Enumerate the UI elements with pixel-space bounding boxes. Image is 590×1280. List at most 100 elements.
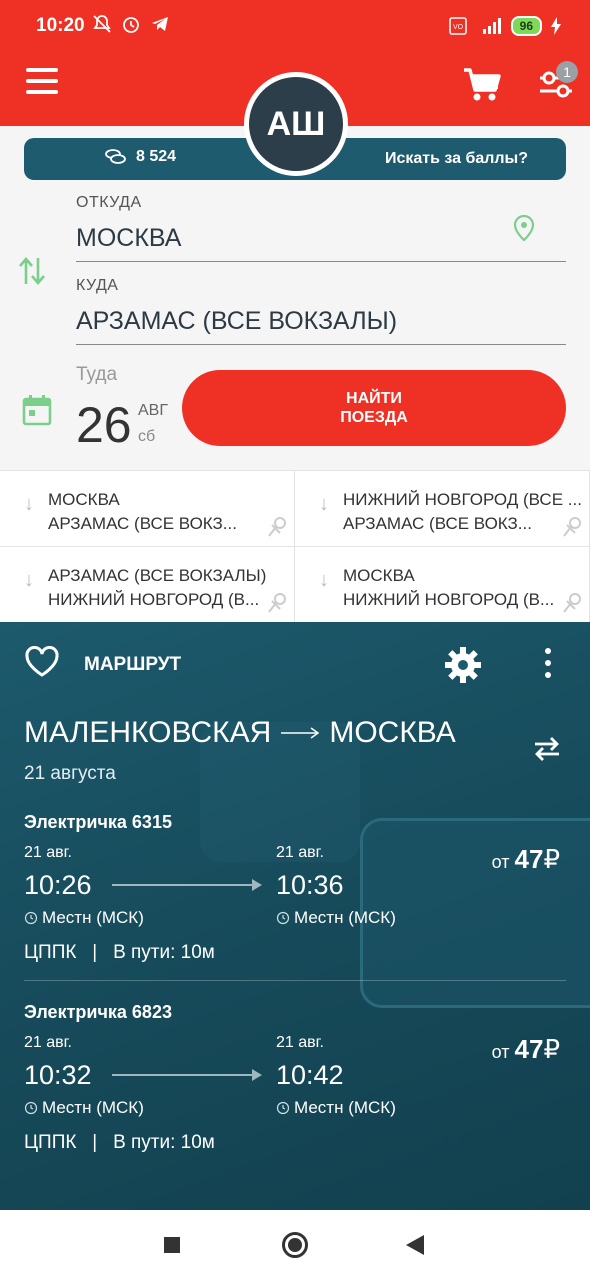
- price-prefix: от: [491, 852, 510, 872]
- route-panel: МАРШРУТ МАЛЕНКОВСКАЯ МОСКВА 21 августа Э…: [0, 622, 590, 1210]
- train-name: Электричка 6315: [24, 812, 172, 832]
- train-name: Электричка 6823: [24, 1002, 172, 1022]
- price-currency: ₽: [543, 1034, 560, 1064]
- search-for-points-link[interactable]: Искать за баллы?: [385, 150, 528, 168]
- arrival-time: 10:42: [276, 1060, 344, 1090]
- recent-item[interactable]: ↓ АРЗАМАС (ВСЕ ВОКЗАЛЫ) НИЖНИЙ НОВГОРОД …: [0, 547, 295, 623]
- more-vert-icon[interactable]: [538, 648, 558, 684]
- system-nav-bar: [0, 1210, 590, 1280]
- clock-icon: [276, 911, 290, 925]
- alarm-icon: [123, 17, 139, 33]
- duration: В пути: 10м: [113, 942, 215, 963]
- swap-vertical-icon[interactable]: [18, 254, 46, 288]
- route-title: МАЛЕНКОВСКАЯ МОСКВА: [24, 716, 456, 750]
- filter-badge: 1: [556, 61, 578, 83]
- recent-from: НИЖНИЙ НОВГОРОД (ВСЕ ...: [343, 490, 582, 509]
- battery-indicator: 96: [510, 16, 542, 36]
- price: от 47₽: [492, 844, 560, 875]
- volte-icon: VO: [448, 17, 467, 35]
- from-field[interactable]: МОСКВА: [76, 224, 566, 262]
- recent-from: МОСКВА: [343, 566, 415, 585]
- duration: В пути: 10м: [113, 1132, 215, 1153]
- avatar[interactable]: АШ: [244, 72, 348, 176]
- divider: [24, 980, 566, 981]
- price-prefix: от: [491, 1042, 510, 1062]
- date-day[interactable]: 26: [76, 396, 132, 454]
- arrow-down-icon: ↓: [319, 493, 329, 515]
- cart-icon[interactable]: [462, 64, 502, 104]
- points-balance: 8 524: [104, 148, 176, 166]
- to-field[interactable]: АРЗАМАС (ВСЕ ВОКЗАЛЫ): [76, 307, 566, 345]
- recents-button[interactable]: [164, 1237, 180, 1253]
- find-button-line1: НАЙТИ: [346, 390, 402, 407]
- price-currency: ₽: [543, 844, 560, 874]
- find-button-line2: ПОЕЗДА: [340, 409, 408, 426]
- pin-icon[interactable]: [561, 515, 583, 539]
- timezone-label: Местн (МСК): [42, 1098, 144, 1117]
- home-button[interactable]: [282, 1232, 308, 1258]
- departure-timezone: Местн (МСК): [24, 908, 144, 928]
- departure-date: 21 авг.: [24, 1034, 72, 1051]
- location-pin-icon[interactable]: [513, 215, 535, 241]
- arrival-timezone: Местн (МСК): [276, 1098, 396, 1118]
- pin-icon[interactable]: [266, 515, 288, 539]
- price-value: 47: [514, 844, 544, 874]
- bell-off-icon: [93, 15, 111, 33]
- route-header-label: МАРШРУТ: [84, 654, 182, 675]
- journey-arrow: [112, 1069, 262, 1081]
- recent-to: НИЖНИЙ НОВГОРОД (В...: [343, 590, 555, 609]
- arrival-time: 10:36: [276, 870, 344, 900]
- departure-date: 21 авг.: [24, 844, 72, 861]
- signal-icon: [482, 18, 501, 34]
- arrival-date: 21 авг.: [276, 844, 324, 861]
- points-value: 8 524: [136, 148, 177, 165]
- carrier: ЦППК: [24, 942, 77, 963]
- recent-searches: ↓ МОСКВА АРЗАМАС (ВСЕ ВОКЗ... ↓ НИЖНИЙ Н…: [0, 470, 590, 623]
- route-date: 21 августа: [24, 763, 116, 784]
- recent-item[interactable]: ↓ МОСКВА НИЖНИЙ НОВГОРОД (В...: [295, 547, 590, 623]
- pin-icon[interactable]: [561, 591, 583, 615]
- recent-item[interactable]: ↓ МОСКВА АРЗАМАС (ВСЕ ВОКЗ...: [0, 471, 295, 547]
- recent-from: МОСКВА: [48, 490, 120, 509]
- pin-icon[interactable]: [266, 591, 288, 615]
- arrival-timezone: Местн (МСК): [276, 908, 396, 928]
- telegram-icon: [152, 17, 168, 31]
- find-trains-button[interactable]: НАЙТИ ПОЕЗДА: [182, 370, 566, 446]
- coins-icon: [105, 149, 126, 164]
- timezone-label: Местн (МСК): [294, 908, 396, 927]
- carrier: ЦППК: [24, 1132, 77, 1153]
- route-to: МОСКВА: [329, 716, 456, 749]
- train-meta: ЦППК | В пути: 10м: [24, 942, 215, 964]
- date-month: АВГ: [138, 402, 169, 419]
- recent-item[interactable]: ↓ НИЖНИЙ НОВГОРОД (ВСЕ ... АРЗАМАС (ВСЕ …: [295, 471, 590, 547]
- back-button[interactable]: [406, 1235, 424, 1255]
- clock-icon: [24, 1101, 38, 1115]
- meta-separator: |: [92, 942, 98, 963]
- price: от 47₽: [492, 1034, 560, 1065]
- date-weekday: сб: [138, 428, 156, 445]
- status-bar: 10:20 VO 96: [0, 0, 590, 52]
- svg-text:VO: VO: [453, 24, 464, 31]
- menu-icon[interactable]: [26, 68, 58, 96]
- heart-icon[interactable]: [24, 646, 60, 678]
- from-label: ОТКУДА: [76, 194, 142, 211]
- timezone-label: Местн (МСК): [42, 908, 144, 927]
- date-label: Туда: [76, 364, 118, 385]
- status-time: 10:20: [36, 15, 85, 36]
- recent-from: АРЗАМАС (ВСЕ ВОКЗАЛЫ): [48, 566, 267, 585]
- arrival-date: 21 авг.: [276, 1034, 324, 1051]
- clock-icon: [24, 911, 38, 925]
- status-icons-right: VO 96: [448, 16, 562, 36]
- clock-icon: [276, 1101, 290, 1115]
- departure-time: 10:32: [24, 1060, 92, 1090]
- status-icons-left: [92, 14, 170, 34]
- recent-to: АРЗАМАС (ВСЕ ВОКЗ...: [48, 514, 237, 533]
- gear-icon[interactable]: [444, 646, 482, 684]
- arrow-down-icon: ↓: [24, 493, 34, 515]
- arrow-right-icon: [281, 727, 320, 739]
- arrow-down-icon: ↓: [319, 569, 329, 591]
- departure-timezone: Местн (МСК): [24, 1098, 144, 1118]
- calendar-icon[interactable]: [22, 394, 52, 426]
- departure-time: 10:26: [24, 870, 92, 900]
- swap-horizontal-icon[interactable]: [532, 734, 562, 764]
